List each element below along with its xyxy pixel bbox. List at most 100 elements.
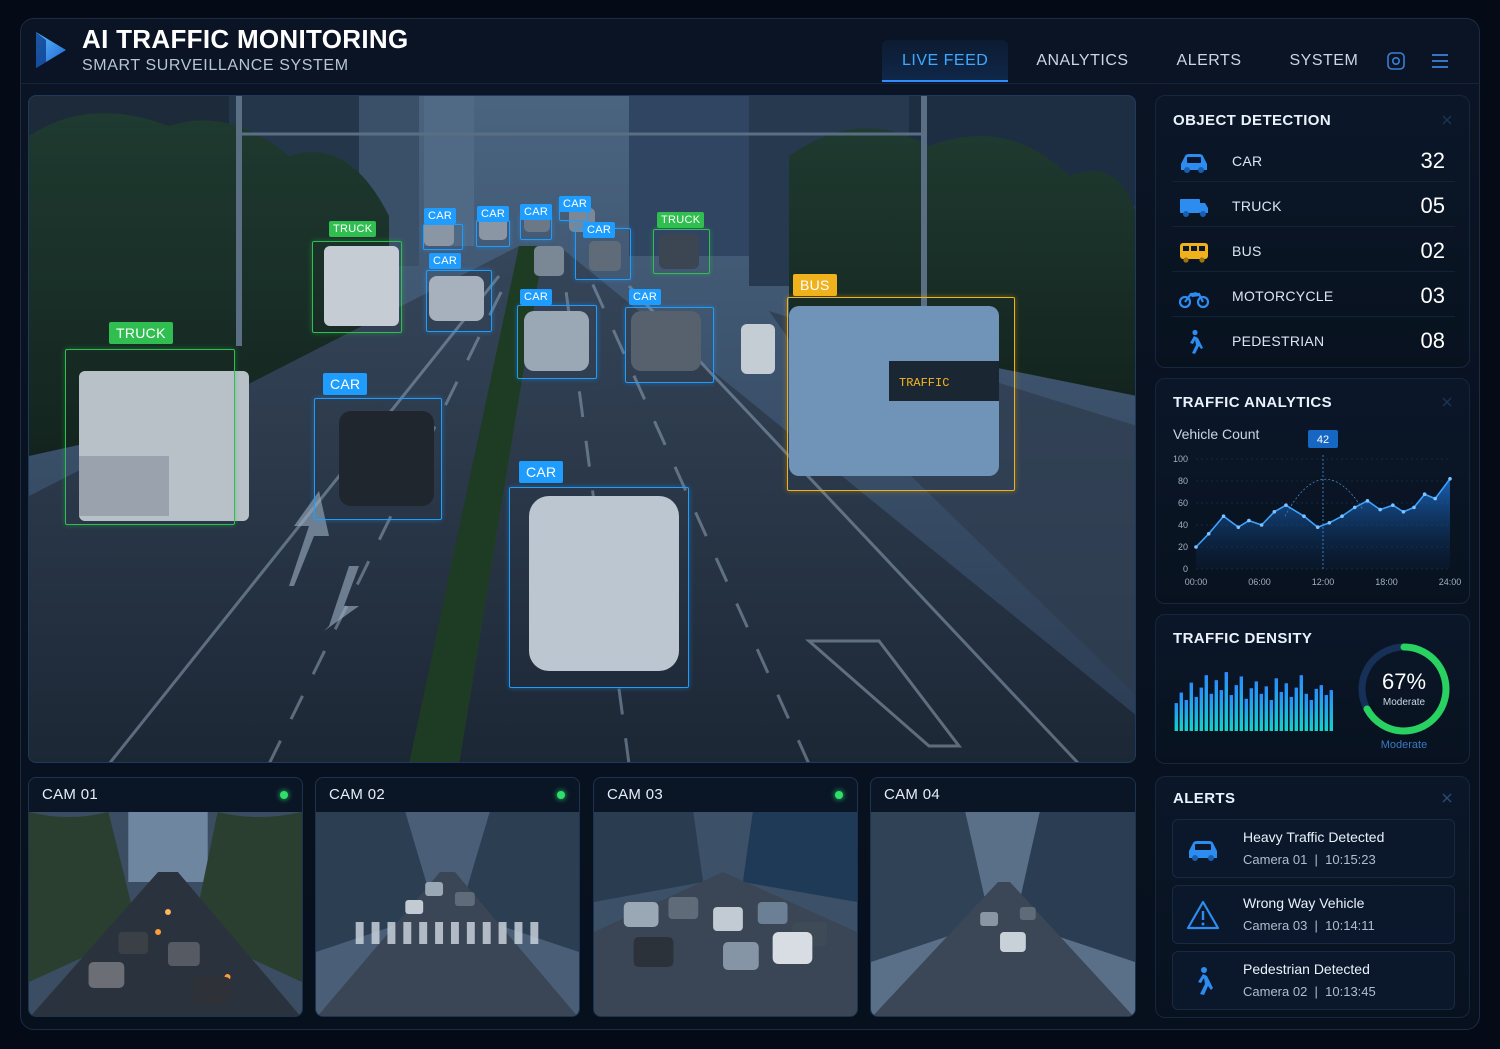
data-point — [1391, 503, 1395, 507]
alerts-panel: ALERTS Heavy Traffic Detected Camera 01 … — [1155, 776, 1470, 1018]
detection-row-truck: TRUCK 05 — [1172, 187, 1455, 227]
detection-box-truck[interactable] — [653, 229, 710, 274]
detection-tag-car: CAR — [477, 206, 510, 222]
alert-item-pedestrian[interactable]: Pedestrian Detected Camera 02 | 10:13:45 — [1172, 951, 1455, 1010]
camera-status-dot — [557, 791, 565, 799]
density-bar — [1209, 693, 1213, 731]
camera-feed-image — [871, 812, 1135, 1016]
truck-icon — [1180, 199, 1208, 217]
camera-tile-cam03[interactable]: CAM 03 — [593, 777, 858, 1017]
alert-title: Wrong Way Vehicle — [1243, 895, 1365, 911]
density-bar — [1284, 683, 1288, 731]
data-point — [1315, 525, 1320, 529]
tab-analytics[interactable]: ANALYTICS — [1016, 40, 1148, 82]
alert-item-wrong-way[interactable]: Wrong Way Vehicle Camera 03 | 10:14:11 — [1172, 885, 1455, 944]
density-bar — [1324, 695, 1328, 731]
menu-icon[interactable] — [1429, 50, 1451, 72]
detection-count: 02 — [1420, 238, 1445, 263]
x-tick-label: 24:00 — [1439, 577, 1462, 587]
data-point — [1378, 507, 1382, 512]
detection-box-truck[interactable] — [65, 349, 235, 525]
density-bar — [1234, 685, 1238, 731]
play-logo-icon — [36, 32, 66, 68]
camera-tile-cam04[interactable]: CAM 04 — [870, 777, 1136, 1017]
detection-box-car[interactable] — [314, 398, 442, 520]
density-bar — [1239, 676, 1243, 731]
density-bar — [1294, 687, 1298, 731]
warning-icon — [1186, 900, 1220, 930]
density-status-label: Moderate — [1380, 739, 1428, 751]
detection-count: 32 — [1420, 148, 1445, 173]
close-icon[interactable] — [1441, 792, 1453, 804]
detection-tag-bus: BUS — [793, 274, 837, 296]
detection-box-car[interactable] — [625, 307, 714, 383]
settings-icon[interactable] — [1385, 50, 1407, 72]
tab-live-feed[interactable]: LIVE FEED — [882, 40, 1009, 82]
app-header: AI TRAFFIC MONITORING SMART SURVEILLANCE… — [20, 18, 1480, 84]
density-percent: 67% — [1381, 669, 1427, 694]
close-icon[interactable] — [1441, 396, 1453, 408]
detection-box-truck[interactable] — [312, 241, 402, 333]
panel-title: OBJECT DETECTION — [1173, 112, 1332, 129]
detection-label: MOTORCYCLE — [1232, 288, 1334, 304]
detection-box-car[interactable] — [423, 224, 463, 250]
data-point — [1327, 521, 1332, 525]
camera-tile-cam01[interactable]: CAM 01 — [28, 777, 303, 1017]
camera-status-dot — [280, 791, 288, 799]
y-tick-label: 20 — [1178, 542, 1188, 552]
detection-box-car[interactable] — [426, 270, 492, 332]
tab-system[interactable]: SYSTEM — [1270, 40, 1379, 82]
density-bar — [1329, 690, 1333, 731]
traffic-analytics-panel: TRAFFIC ANALYTICS Vehicle Count 0 20 40 60 8… — [1155, 378, 1470, 604]
data-point — [1206, 532, 1211, 536]
density-bar — [1309, 700, 1313, 731]
detection-box-car[interactable] — [517, 305, 597, 379]
detection-row-bus: BUS 02 — [1172, 232, 1455, 272]
detection-tag-truck: TRUCK — [329, 221, 377, 237]
detection-box-car[interactable] — [509, 487, 689, 688]
pedestrian-icon — [1190, 329, 1203, 354]
data-point — [1340, 514, 1344, 518]
data-point — [1284, 503, 1288, 507]
detection-box-bus[interactable] — [787, 297, 1015, 491]
detection-box-car[interactable] — [476, 220, 510, 247]
density-bar — [1194, 696, 1198, 731]
detection-label: TRUCK — [1232, 198, 1282, 214]
bus-icon — [1180, 243, 1208, 263]
x-tick-label: 00:00 — [1185, 577, 1208, 587]
data-point — [1448, 477, 1452, 481]
density-bar — [1319, 685, 1323, 731]
data-point — [1247, 518, 1251, 523]
data-point — [1221, 514, 1226, 518]
density-bar — [1199, 687, 1203, 731]
alert-title: Pedestrian Detected — [1243, 961, 1370, 977]
density-bar — [1289, 696, 1293, 731]
data-point — [1302, 514, 1306, 518]
camera-status-dot — [835, 791, 843, 799]
density-bar — [1274, 678, 1278, 731]
close-icon[interactable] — [1441, 114, 1453, 126]
density-bar — [1174, 703, 1178, 731]
main-video-feed[interactable]: TRAFFIC TRUCK TRUCK TRUCK CAR CAR CAR CAR CAR CA… — [28, 95, 1136, 763]
camera-feed-image — [594, 812, 857, 1016]
density-bar — [1244, 698, 1248, 731]
alert-meta: Camera 03 | 10:14:11 — [1243, 918, 1375, 933]
detection-tag-car: CAR — [520, 204, 553, 220]
tab-alerts[interactable]: ALERTS — [1157, 40, 1262, 82]
detection-tag-car: CAR — [519, 461, 564, 483]
detection-label: CAR — [1232, 153, 1263, 169]
alert-meta: Camera 02 | 10:13:45 — [1243, 984, 1376, 999]
camera-status-dot — [1113, 791, 1121, 799]
data-point — [1259, 523, 1264, 527]
data-point — [1194, 545, 1198, 549]
data-point — [1352, 505, 1357, 510]
vehicle-count-chart[interactable]: 0 20 40 60 80 100 00:00 06:00 12:00 18:00 24:00 42 — [1164, 429, 1464, 599]
density-bar — [1279, 691, 1283, 731]
data-point — [1401, 510, 1406, 514]
density-bar — [1259, 693, 1263, 731]
alert-item-heavy-traffic[interactable]: Heavy Traffic Detected Camera 01 | 10:15… — [1172, 819, 1455, 878]
camera-tile-cam02[interactable]: CAM 02 — [315, 777, 580, 1017]
density-bar — [1299, 675, 1303, 731]
density-bar — [1184, 700, 1188, 731]
traffic-density-panel: TRAFFIC DENSITY 67% Moderate Moderate — [1155, 614, 1470, 764]
